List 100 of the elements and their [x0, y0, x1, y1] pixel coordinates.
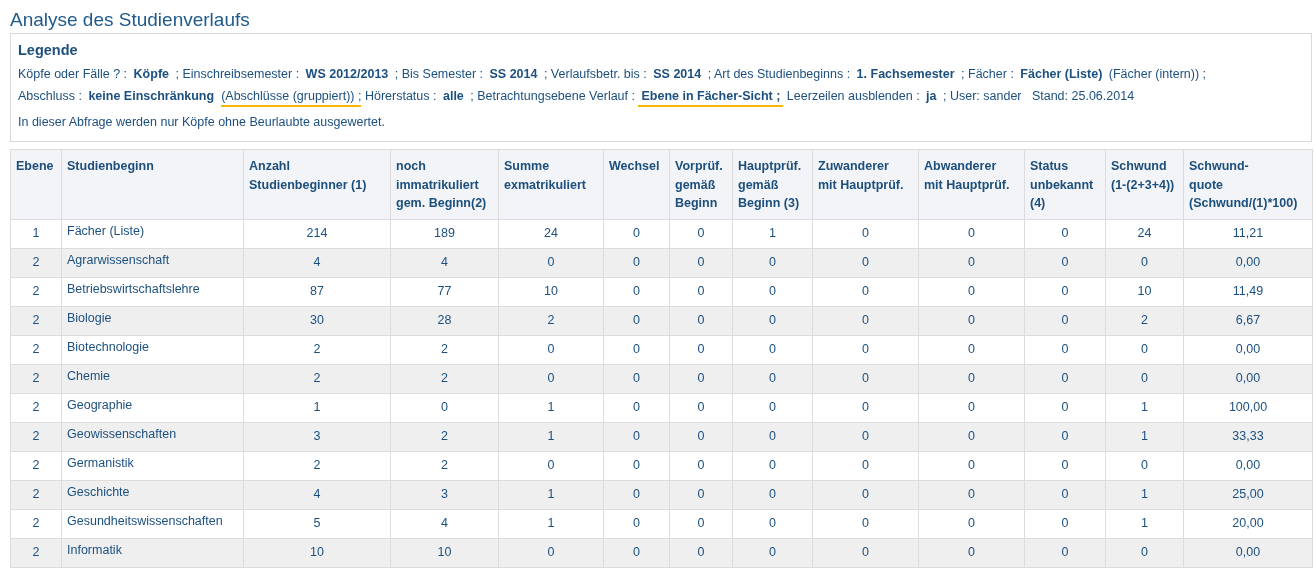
- table-cell: 0: [812, 364, 919, 393]
- table-cell: 4: [390, 248, 499, 277]
- table-cell: 0,00: [1183, 335, 1313, 364]
- table-cell: 0: [1105, 335, 1184, 364]
- table-cell: 0: [498, 364, 604, 393]
- table-cell: 0: [918, 480, 1025, 509]
- table-cell: 100,00: [1183, 393, 1313, 422]
- table-cell: 0: [1105, 364, 1184, 393]
- table-cell: 1: [498, 509, 604, 538]
- table-cell: 0: [1024, 393, 1106, 422]
- table-cell: 0: [669, 451, 733, 480]
- table-cell: 1: [1105, 480, 1184, 509]
- table-cell: 0: [918, 451, 1025, 480]
- table-cell: 0: [732, 335, 813, 364]
- legend-note: In dieser Abfrage werden nur Köpfe ohne Beurlaubte ausgewertet.: [18, 114, 385, 131]
- column-header: Ebene: [10, 149, 62, 219]
- table-cell: 25,00: [1183, 480, 1313, 509]
- table-cell: 0,00: [1183, 451, 1313, 480]
- table-cell: Biotechnologie: [61, 335, 244, 364]
- column-header: Vorprüf. gemäß Beginn: [669, 149, 733, 219]
- table-cell: 0: [669, 306, 733, 335]
- table-cell: 1: [1105, 393, 1184, 422]
- table-cell: 28: [390, 306, 499, 335]
- table-cell: 2: [10, 335, 62, 364]
- table-cell: 0: [603, 480, 670, 509]
- table-cell: 77: [390, 277, 499, 306]
- legend-title: Legende: [18, 42, 79, 58]
- table-cell: 0: [812, 248, 919, 277]
- table-cell: Gesundheitswissenschaften: [61, 509, 244, 538]
- table-cell: 1: [732, 219, 813, 248]
- table-cell: 0: [669, 248, 733, 277]
- table-cell: 214: [243, 219, 391, 248]
- table-cell: 0: [732, 451, 813, 480]
- table-cell: 0: [669, 422, 733, 451]
- table-cell: 0: [812, 277, 919, 306]
- table-cell: 5: [243, 509, 391, 538]
- column-header: Abwanderer mit Hauptprüf.: [918, 149, 1025, 219]
- table-cell: 0: [1024, 538, 1106, 567]
- table-cell: 10: [390, 538, 499, 567]
- table-cell: 1: [243, 393, 391, 422]
- table-cell: 0: [603, 364, 670, 393]
- table-cell: 0: [1024, 277, 1106, 306]
- table-cell: 0: [1024, 509, 1106, 538]
- table-cell: 2: [10, 306, 62, 335]
- table-cell: Informatik: [61, 538, 244, 567]
- table-cell: 1: [10, 219, 62, 248]
- column-header: noch immatrikuliert gem. Beginn(2): [390, 149, 499, 219]
- table-cell: 1: [498, 422, 604, 451]
- table-cell: Fächer (Liste): [61, 219, 244, 248]
- table-cell: 0: [732, 277, 813, 306]
- table-cell: 24: [498, 219, 604, 248]
- table-cell: 2: [243, 451, 391, 480]
- table-cell: 0: [603, 393, 670, 422]
- column-header: Schwund- quote (Schwund/(1)*100): [1183, 149, 1313, 219]
- table-cell: 0: [669, 219, 733, 248]
- table-cell: 2: [10, 509, 62, 538]
- table-cell: 0: [732, 422, 813, 451]
- table-cell: 33,33: [1183, 422, 1313, 451]
- table-cell: 0: [1024, 335, 1106, 364]
- column-header: Schwund (1-(2+3+4)): [1105, 149, 1184, 219]
- table-cell: 0: [812, 306, 919, 335]
- filter-summary: Abschluss : keine Einschränkung (Abschlüsse (gruppiert)) ; Hörerstatus : alle ; Betrachtungsebene Verlauf : Ebene in Fächer-Sicht ; Leerzeilen ausblenden : ja ; User: sander Stand: 25.06.2014: [18, 85, 1135, 107]
- table-cell: 2: [390, 422, 499, 451]
- table-cell: 0: [603, 422, 670, 451]
- column-header: Wechsel: [603, 149, 670, 219]
- table-cell: 0: [603, 219, 670, 248]
- table-cell: 0: [669, 364, 733, 393]
- table-cell: 0: [498, 451, 604, 480]
- table-cell: 2: [10, 393, 62, 422]
- table-cell: 0: [603, 335, 670, 364]
- table-cell: 2: [498, 306, 604, 335]
- table-cell: 1: [498, 393, 604, 422]
- table-cell: 0: [812, 393, 919, 422]
- table-cell: 0: [1105, 248, 1184, 277]
- table-cell: 0: [812, 480, 919, 509]
- column-header: Summe exmatrikuliert: [498, 149, 604, 219]
- table-cell: 2: [10, 451, 62, 480]
- table-cell: 0: [918, 538, 1025, 567]
- table-cell: 0,00: [1183, 538, 1313, 567]
- table-cell: 0: [918, 364, 1025, 393]
- table-cell: 0: [603, 248, 670, 277]
- table-cell: 2: [1105, 306, 1184, 335]
- table-cell: 0: [498, 248, 604, 277]
- table-cell: 4: [390, 509, 499, 538]
- table-cell: Geschichte: [61, 480, 244, 509]
- table-cell: 0: [918, 219, 1025, 248]
- table-cell: 0: [603, 538, 670, 567]
- table-cell: 0: [669, 538, 733, 567]
- table-cell: 0: [918, 306, 1025, 335]
- table-cell: 0: [732, 480, 813, 509]
- table-cell: 2: [10, 480, 62, 509]
- table-cell: 189: [390, 219, 499, 248]
- table-cell: 0: [918, 393, 1025, 422]
- table-cell: 0: [918, 509, 1025, 538]
- table-cell: 2: [243, 335, 391, 364]
- table-cell: 0: [732, 364, 813, 393]
- table-cell: 0: [390, 393, 499, 422]
- table-cell: 11,21: [1183, 219, 1313, 248]
- table-cell: 0: [603, 277, 670, 306]
- table-cell: 1: [1105, 509, 1184, 538]
